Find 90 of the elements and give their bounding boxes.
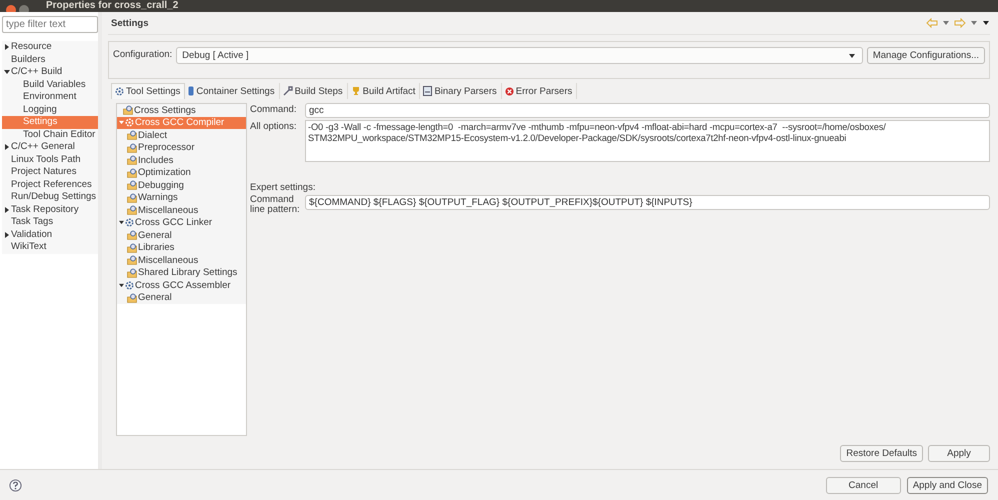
tool-tree-item[interactable]: Cross GCC Assembler (117, 279, 246, 292)
tab[interactable]: Tool Settings (111, 83, 186, 99)
manage-configurations-button[interactable]: Manage Configurations... (866, 47, 985, 64)
caret-icon[interactable] (970, 20, 978, 26)
configuration-label: Configuration: (113, 48, 172, 62)
sidebar-item[interactable]: C/C++ General (2, 141, 98, 154)
expander-icon[interactable] (119, 220, 124, 226)
tab[interactable]: Build Artifact (348, 83, 420, 99)
window-title: Properties for cross_crall_2 (46, 0, 178, 12)
expander-icon[interactable] (4, 44, 10, 50)
sidebar-item[interactable]: Builders (2, 54, 98, 66)
tab[interactable]: Error Parsers (502, 83, 578, 99)
expander-icon[interactable] (4, 206, 10, 213)
tool-tree-item[interactable]: Shared Library Settings (117, 266, 246, 279)
tool-tree-item[interactable]: Dialect (117, 129, 246, 142)
command-field[interactable]: gcc (305, 103, 990, 118)
folder-gear-icon (127, 230, 137, 240)
view-menu-icon[interactable] (982, 20, 990, 26)
configuration-dropdown[interactable]: Debug [ Active ] (176, 47, 863, 64)
document-icon (423, 86, 432, 96)
tool-tree-item[interactable]: Preprocessor (117, 142, 246, 154)
sidebar-item[interactable]: C/C++ Build (2, 66, 98, 78)
sidebar-item[interactable]: Validation (2, 228, 98, 241)
tool-tree-item[interactable]: Warnings (117, 192, 246, 204)
dropdown-caret-icon (848, 52, 856, 58)
tool-tree-item[interactable]: Miscellaneous (117, 254, 246, 266)
folder-gear-icon (127, 205, 137, 216)
expert-settings-label: Expert settings: (250, 182, 316, 193)
page-button[interactable]: Restore Defaults (840, 445, 923, 462)
tool-tree-item[interactable]: Cross GCC Linker (117, 216, 246, 229)
folder-gear-icon (127, 142, 137, 153)
folder-gear-icon (127, 242, 137, 253)
folder-gear-icon (127, 155, 137, 166)
tool-tree-item[interactable]: Cross Settings (117, 104, 246, 116)
folder-gear-icon (127, 292, 137, 303)
folder-gear-icon (127, 268, 137, 278)
dialog-button[interactable]: Cancel (826, 476, 901, 494)
tool-tree-item[interactable]: Optimization (117, 166, 246, 179)
minimize-icon[interactable] (19, 5, 29, 12)
tab[interactable]: Binary Parsers (420, 83, 502, 99)
all-options-label: All options: (250, 120, 298, 134)
tab[interactable]: Build Steps (280, 83, 348, 99)
folder-gear-icon (123, 105, 133, 116)
dialog-button[interactable]: Apply and Close (906, 476, 988, 494)
folder-gear-icon (127, 168, 137, 178)
sidebar-item[interactable]: WikiText (2, 241, 98, 254)
container-icon (188, 86, 194, 96)
gear-icon (115, 87, 124, 96)
sidebar-item[interactable]: Run/Debug Settings (2, 191, 98, 204)
error-icon (504, 86, 514, 96)
sidebar-item[interactable]: Tool Chain Editor (2, 128, 98, 141)
expander-icon[interactable] (119, 282, 124, 288)
folder-gear-icon (127, 180, 137, 190)
help-icon[interactable] (9, 478, 22, 492)
folder-gear-icon (127, 192, 137, 203)
sidebar-item[interactable]: Linux Tools Path (2, 154, 98, 166)
expander-icon[interactable] (4, 144, 10, 150)
sidebar-item[interactable]: Task Tags (2, 216, 98, 228)
command-line-pattern-field[interactable]: ${COMMAND} ${FLAGS} ${OUTPUT_FLAG} ${OUTPUT_PREFIX}${OUTPUT} ${INPUTS} (305, 195, 990, 210)
sidebar-item[interactable]: Environment (2, 91, 98, 104)
expander-icon[interactable] (4, 69, 10, 76)
tool-tree-item[interactable]: Miscellaneous (117, 204, 246, 216)
all-options-field[interactable]: -O0 -g3 -Wall -c -fmessage-length=0 -march=armv7ve -mthumb -mfpu=neon-vfpv4 -mfloat-abi=hard -mcpu=cortex-a7 --sysroot=/home/osboxes/ STM32MPU_workspace/STM32MP15-Ecosystem-v1.2.0/Developer-Package/SDK/sysroots/cortexa7t2hf-neon-vfpv4-ostl-linux-gnueabi (305, 120, 990, 162)
sidebar-item[interactable]: Task Repository (2, 204, 98, 216)
page-title: Settings (110, 18, 148, 28)
filter-field[interactable]: type filter text (2, 16, 98, 33)
page-button[interactable]: Apply (928, 445, 990, 462)
sidebar-item[interactable]: Logging (2, 104, 98, 116)
tool-tree-item[interactable]: Libraries (117, 242, 246, 254)
sidebar-item[interactable]: Project References (2, 178, 98, 191)
sidebar-item[interactable]: Project Natures (2, 166, 98, 178)
sidebar-item[interactable]: Resource (2, 41, 98, 54)
gear-icon (125, 118, 134, 128)
folder-gear-icon (127, 130, 137, 140)
wrench-icon (282, 86, 293, 96)
sidebar-item[interactable]: Build Variables (2, 78, 98, 91)
folder-gear-icon (127, 255, 137, 266)
tool-tree-item[interactable]: General (117, 292, 246, 304)
caret-icon[interactable] (942, 20, 950, 26)
expander-icon[interactable] (4, 232, 10, 238)
close-icon[interactable] (6, 5, 16, 12)
command-label: Command: (250, 103, 298, 117)
command-line-pattern-label: Command line pattern: (250, 195, 301, 215)
tool-tree-item[interactable]: General (117, 229, 246, 242)
gear-icon (125, 280, 134, 290)
tool-tree-item[interactable]: Debugging (117, 179, 246, 192)
tab[interactable]: Container Settings (185, 83, 280, 99)
gear-icon (125, 218, 134, 228)
trophy-icon (350, 86, 361, 96)
tool-tree-item[interactable]: Includes (117, 154, 246, 166)
